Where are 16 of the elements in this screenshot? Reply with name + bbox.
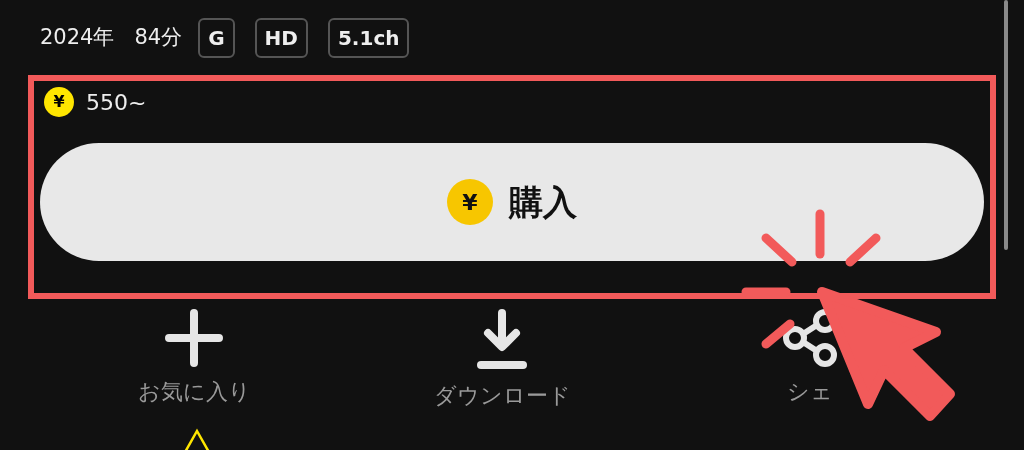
action-button[interactable]: ダウンロード: [348, 305, 656, 412]
plus-icon: [165, 309, 223, 367]
info-badge: G: [198, 18, 235, 58]
release-year: 2024年: [40, 24, 115, 52]
action-button[interactable]: お気に入り: [40, 305, 348, 412]
info-badge: 5.1ch: [327, 18, 410, 58]
price-text: 550~: [86, 88, 147, 117]
download-icon: [476, 309, 528, 371]
yen-icon: ¥: [44, 87, 74, 117]
action-button[interactable]: シェ: [656, 305, 964, 412]
duration: 84分: [134, 24, 183, 52]
share-icon: [781, 309, 839, 367]
purchase-button[interactable]: ¥ 購入: [40, 143, 984, 261]
triangle-icon: [182, 428, 212, 450]
info-badge: HD: [254, 18, 308, 58]
yen-icon: ¥: [447, 179, 493, 225]
